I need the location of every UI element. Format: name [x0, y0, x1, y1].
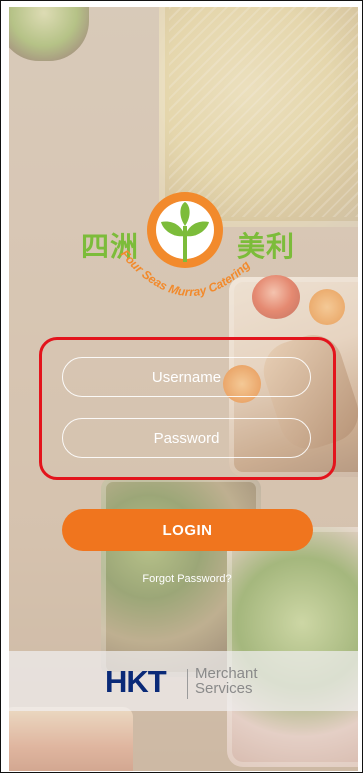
merchant-services-label: Merchant Services	[195, 666, 258, 696]
username-input[interactable]	[62, 357, 311, 397]
device-frame: 四洲 美利 Four Seas Murray Catering LOGIN Fo…	[0, 0, 363, 773]
company-logo: 四洲 美利 Four Seas Murray Catering	[69, 192, 299, 322]
footer-divider	[187, 669, 188, 699]
merchant-label-line2: Services	[195, 680, 253, 697]
footer-band	[9, 651, 358, 711]
forgot-password-link[interactable]: Forgot Password?	[124, 573, 250, 585]
merchant-label-line1: Merchant	[195, 665, 258, 682]
password-input[interactable]	[62, 418, 311, 458]
login-button[interactable]: LOGIN	[62, 509, 313, 551]
login-screen: 四洲 美利 Four Seas Murray Catering LOGIN Fo…	[9, 7, 358, 771]
hkt-logo: HKT	[105, 664, 167, 699]
plant-sprout-icon	[161, 202, 209, 262]
